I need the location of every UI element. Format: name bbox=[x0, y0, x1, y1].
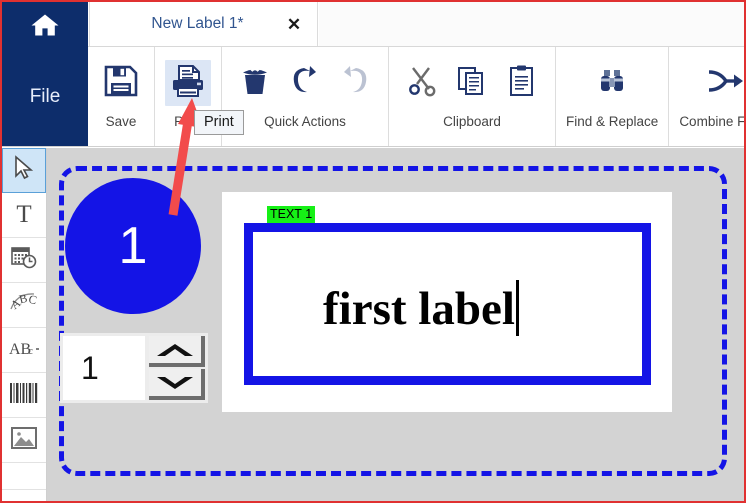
ribbon-group-combine-fields: Combine Fields bbox=[669, 47, 746, 146]
printer-icon bbox=[170, 64, 206, 103]
sidebar-item-textbox-tool[interactable]: AB c bbox=[2, 328, 46, 373]
circle-object-value: 1 bbox=[118, 217, 148, 275]
delete-button[interactable] bbox=[232, 60, 278, 106]
label-canvas[interactable]: 1 1 TEXT 1 first label bbox=[47, 148, 744, 501]
merge-arrow-icon bbox=[706, 68, 744, 99]
file-menu-tab[interactable]: File bbox=[2, 47, 88, 146]
barcode-icon bbox=[9, 381, 39, 410]
combine-fields-button[interactable] bbox=[703, 60, 744, 106]
stepper-increment-button[interactable] bbox=[149, 336, 205, 367]
tab-strip-empty-area bbox=[319, 2, 744, 46]
ribbon-group-save-icons bbox=[88, 54, 154, 112]
text-T-icon: T bbox=[12, 200, 36, 231]
sidebar-item-image-tool[interactable] bbox=[2, 418, 46, 463]
ribbon-group-clipboard: Clipboard bbox=[389, 47, 556, 146]
label-paper: TEXT 1 first label bbox=[222, 192, 672, 412]
save-floppy-icon bbox=[103, 64, 139, 103]
ribbon-group-clipboard-icons bbox=[389, 54, 555, 112]
ribbon-group-quick-actions-icons bbox=[222, 54, 388, 112]
cursor-arrow-icon bbox=[13, 155, 35, 186]
curved-abc-icon: A B C bbox=[8, 290, 39, 321]
abc-box-icon: AB c bbox=[8, 337, 40, 364]
ribbon-group-find-replace-label: Find & Replace bbox=[566, 114, 659, 129]
sidebar-item-select-tool[interactable] bbox=[2, 148, 46, 193]
counter-stepper[interactable]: 1 bbox=[60, 333, 208, 403]
undo-button[interactable] bbox=[282, 60, 328, 106]
sidebar-item-curved-text-tool[interactable]: A B C bbox=[2, 283, 46, 328]
ribbon-group-find-replace: Find & Replace bbox=[556, 47, 670, 146]
ribbon-group-quick-actions: Quick Actions bbox=[222, 47, 389, 146]
sidebar-item-text-tool[interactable]: T bbox=[2, 193, 46, 238]
copy-icon bbox=[457, 64, 487, 103]
svg-text:c: c bbox=[28, 345, 33, 357]
home-icon bbox=[30, 12, 60, 38]
ribbon-group-save: Save bbox=[88, 47, 155, 146]
paste-button[interactable] bbox=[499, 60, 545, 106]
tool-palette: T A B C AB c bbox=[2, 148, 47, 501]
document-tab[interactable]: New Label 1* ✕ bbox=[89, 2, 318, 46]
find-replace-button[interactable] bbox=[589, 60, 635, 106]
calendar-clock-icon bbox=[10, 245, 38, 276]
cut-button[interactable] bbox=[399, 60, 445, 106]
ribbon-group-find-replace-icons bbox=[579, 54, 645, 112]
svg-text:T: T bbox=[16, 201, 31, 226]
ribbon-toolbar: File Save Print Quick Actions Clipboard … bbox=[2, 47, 744, 147]
sidebar-item-datetime-tool[interactable] bbox=[2, 238, 46, 283]
cut-scissors-icon bbox=[407, 65, 437, 102]
chevron-down-icon bbox=[155, 375, 195, 391]
tab-title: New Label 1* bbox=[151, 15, 244, 32]
delete-trash-icon bbox=[239, 64, 271, 103]
app-window: New Label 1* ✕ File Save Print Quick Act… bbox=[0, 0, 746, 503]
paste-icon bbox=[509, 64, 535, 103]
copy-button[interactable] bbox=[449, 60, 495, 106]
text-object-string: first label bbox=[323, 283, 515, 335]
ribbon-group-clipboard-label: Clipboard bbox=[443, 114, 501, 129]
home-button[interactable] bbox=[2, 2, 88, 47]
ribbon-group-combine-fields-label: Combine Fields bbox=[679, 114, 746, 129]
counter-stepper-value[interactable]: 1 bbox=[63, 336, 145, 400]
save-button[interactable] bbox=[98, 60, 144, 106]
text-object-tag: TEXT 1 bbox=[267, 206, 316, 224]
print-tooltip: Print bbox=[194, 110, 244, 135]
counter-stepper-buttons bbox=[149, 336, 205, 400]
text-object-content[interactable]: first label bbox=[323, 280, 519, 336]
chevron-up-icon bbox=[155, 342, 195, 358]
ribbon-group-save-label: Save bbox=[105, 114, 137, 129]
binoculars-icon bbox=[595, 66, 629, 101]
ribbon-groups: Save Print Quick Actions Clipboard Find … bbox=[88, 47, 744, 146]
sidebar-item-barcode-tool[interactable] bbox=[2, 373, 46, 418]
ribbon-group-print-icons bbox=[155, 54, 221, 112]
print-button[interactable] bbox=[165, 60, 211, 106]
close-icon[interactable]: ✕ bbox=[277, 16, 317, 33]
ribbon-group-quick-actions-label: Quick Actions bbox=[264, 114, 346, 129]
tool-palette-filler bbox=[2, 489, 46, 501]
stepper-decrement-button[interactable] bbox=[149, 369, 205, 400]
redo-button[interactable] bbox=[332, 60, 378, 106]
circle-object[interactable]: 1 bbox=[65, 178, 201, 314]
undo-icon bbox=[290, 64, 320, 103]
picture-icon bbox=[10, 425, 38, 456]
ribbon-group-combine-fields-icons bbox=[693, 54, 744, 112]
text-caret bbox=[515, 280, 519, 336]
tab-strip: New Label 1* ✕ bbox=[2, 2, 744, 47]
redo-icon bbox=[340, 64, 370, 103]
text-object-frame[interactable]: first label bbox=[244, 223, 651, 385]
